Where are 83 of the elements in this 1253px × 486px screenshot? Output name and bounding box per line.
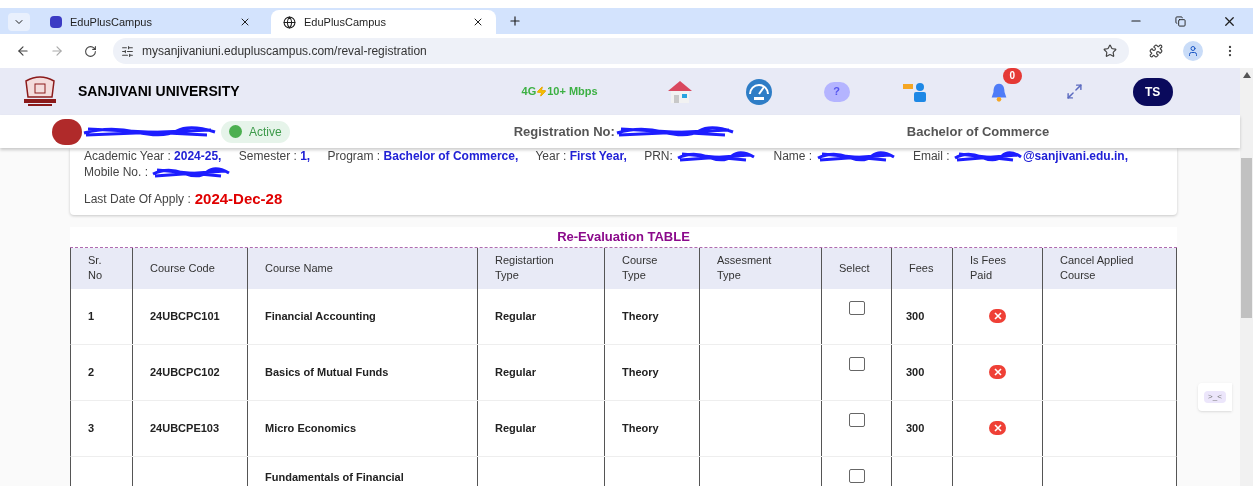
extensions-icon[interactable] xyxy=(1149,44,1163,58)
close-window-icon[interactable] xyxy=(1222,14,1237,29)
column-header: Sr. No xyxy=(87,253,104,283)
fullscreen-icon[interactable] xyxy=(1065,83,1083,100)
table-cell-text: Theory xyxy=(622,308,659,324)
table-title: Re-Evaluation TABLE xyxy=(70,226,1177,248)
field-value: First Year, xyxy=(569,149,627,163)
network-speed: 4G 10+ Mbps xyxy=(521,84,598,100)
close-icon[interactable] xyxy=(472,16,484,28)
table-cell-text: 24UBCPC102 xyxy=(150,364,220,380)
student-avatar xyxy=(52,118,82,145)
table-cell-text: Financial Accounting xyxy=(265,308,376,324)
field-value: @sanjivani.edu.in, xyxy=(1022,149,1128,163)
select-checkbox[interactable] xyxy=(848,300,865,315)
table-cell-text: Regular xyxy=(495,308,536,324)
table-cell-text: 300 xyxy=(906,420,925,436)
status-badge: Active xyxy=(221,120,290,143)
column-header: Cancel Applied Course xyxy=(1042,247,1178,289)
scrollbar[interactable] xyxy=(1240,68,1253,486)
field-value: 1, xyxy=(300,149,311,163)
table-cell-text: Regular xyxy=(495,364,536,380)
speedometer-icon[interactable] xyxy=(743,77,774,106)
field-label: PRN: xyxy=(644,149,673,163)
field-label: Email : xyxy=(912,149,950,163)
site-icon xyxy=(50,16,62,28)
browser-tab[interactable]: EduPlusCampus xyxy=(38,10,263,34)
back-icon[interactable] xyxy=(16,44,30,58)
registration-label: Registration No: xyxy=(513,122,615,141)
column-header: Assesment Type xyxy=(699,247,821,289)
browser-tab[interactable]: EduPlusCampus xyxy=(271,10,496,34)
column-header: Fees xyxy=(891,247,952,289)
field-label: Year : xyxy=(535,149,567,163)
table-cell-text: Regular xyxy=(495,420,536,436)
field-label: Mobile No. : xyxy=(84,165,149,179)
field-value: Bachelor of Commerce, xyxy=(383,149,519,163)
url-text: mysanjivaniuni.edupluscampus.com/reval-registration xyxy=(142,43,427,60)
table-cell-text: 3 xyxy=(88,420,95,436)
table-cell-text: 24UBCPE103 xyxy=(150,420,220,436)
deadline-label: Last Date Of Apply : xyxy=(84,191,191,209)
person-with-tag-icon[interactable] xyxy=(901,80,928,103)
table-cell-text: 24UBCPC101 xyxy=(150,308,220,324)
column-header: Course Type xyxy=(604,247,699,289)
scroll-up-icon[interactable] xyxy=(1242,72,1251,78)
bookmark-icon[interactable] xyxy=(1103,44,1117,58)
field-label: Academic Year : xyxy=(84,149,171,163)
table-cell-text: 300 xyxy=(906,364,925,380)
field-label: Program : xyxy=(327,149,381,163)
select-checkbox[interactable] xyxy=(848,356,865,371)
field-label: Name : xyxy=(773,149,813,163)
lightning-icon xyxy=(536,86,548,97)
tab-list-button[interactable] xyxy=(8,13,30,31)
table-cell-text: Theory xyxy=(622,420,659,436)
field-label: Semester : xyxy=(238,149,297,163)
user-avatar[interactable]: TS xyxy=(1132,77,1173,106)
globe-icon xyxy=(283,15,296,29)
select-checkbox[interactable] xyxy=(848,468,865,483)
table-cell-text: Theory xyxy=(622,364,659,380)
field-value: 2024-25, xyxy=(174,149,222,163)
column-header: Course Code xyxy=(132,247,247,289)
new-tab-icon[interactable] xyxy=(508,14,522,28)
table-cell-text: 1 xyxy=(88,308,95,324)
chat-widget-button[interactable]: >_< xyxy=(1204,391,1226,403)
select-checkbox[interactable] xyxy=(848,412,865,427)
program-name: Bachelor of Commerce xyxy=(906,122,1050,141)
table-cell-text: Fundamentals of Financial xyxy=(265,469,404,485)
table-cell-text: Basics of Mutual Funds xyxy=(265,364,389,380)
reload-icon[interactable] xyxy=(84,44,97,58)
table-cell-text: 2 xyxy=(88,364,95,380)
column-header: Is Fees Paid xyxy=(952,247,1042,289)
column-header: Course Name xyxy=(247,247,477,289)
tab-title: EduPlusCampus xyxy=(304,14,387,30)
table-cell-text: 300 xyxy=(906,308,925,324)
restore-icon[interactable] xyxy=(1175,16,1186,27)
column-header: Registartion Type xyxy=(477,247,604,289)
university-name: SANJIVANI UNIVERSITY xyxy=(78,82,240,101)
tab-title: EduPlusCampus xyxy=(70,14,153,30)
close-icon[interactable] xyxy=(239,16,251,28)
column-header: Select xyxy=(821,247,891,289)
deadline-date: 2024-Dec-28 xyxy=(194,189,283,209)
table-cell-text: Micro Economics xyxy=(265,420,357,436)
address-bar[interactable]: mysanjivaniuni.edupluscampus.com/reval-registration xyxy=(113,38,1129,64)
site-settings-icon[interactable] xyxy=(121,44,134,58)
profile-icon[interactable] xyxy=(1183,41,1203,61)
